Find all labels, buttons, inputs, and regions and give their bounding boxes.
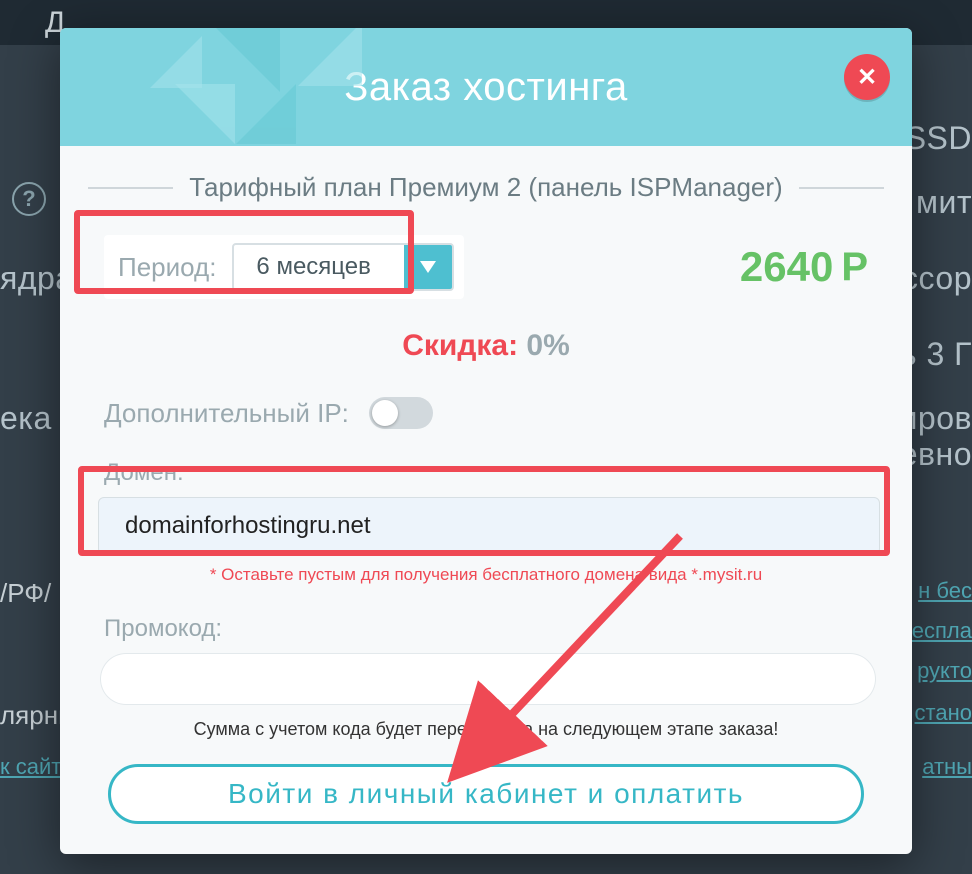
- currency: Р: [841, 245, 868, 290]
- modal-title: Заказ хостинга: [344, 65, 628, 110]
- promo-hint: Сумма с учетом кода будет пересчитана на…: [88, 719, 884, 740]
- ip-label: Дополнительный IP:: [104, 398, 349, 429]
- bg-link[interactable]: рукто: [917, 658, 972, 684]
- bg-link[interactable]: к сайт: [0, 754, 61, 780]
- period-block: Период: 6 месяцев: [104, 235, 464, 299]
- bg-text: ссор: [902, 260, 972, 297]
- help-icon[interactable]: ?: [12, 182, 46, 216]
- modal-body: Тарифный план Премиум 2 (панель ISPManag…: [60, 146, 912, 854]
- triangle-icon: [236, 84, 296, 144]
- toggle-knob: [372, 400, 398, 426]
- period-price-row: Период: 6 месяцев 2640 Р: [88, 227, 884, 307]
- promo-input[interactable]: [100, 653, 876, 705]
- ip-toggle[interactable]: [369, 397, 433, 429]
- order-modal: Заказ хостинга ✕ Тарифный план Премиум 2…: [60, 28, 912, 854]
- pay-button[interactable]: Войти в личный кабинет и оплатить: [108, 764, 864, 824]
- price-value: 2640: [740, 243, 833, 291]
- plan-name: Тарифный план Премиум 2 (панель ISPManag…: [189, 172, 782, 203]
- modal-header: Заказ хостинга ✕: [60, 28, 912, 146]
- period-dropdown-button[interactable]: [404, 245, 452, 289]
- plan-heading: Тарифный план Премиум 2 (панель ISPManag…: [88, 172, 884, 203]
- pay-button-label: Войти в личный кабинет и оплатить: [228, 778, 744, 810]
- ip-row: Дополнительный IP:: [88, 397, 884, 429]
- period-select[interactable]: 6 месяцев: [232, 243, 454, 291]
- promo-label: Промокод:: [88, 615, 884, 643]
- bg-text: ека: [0, 400, 52, 437]
- triangle-icon: [150, 36, 202, 88]
- bg-link[interactable]: еспла: [912, 618, 972, 644]
- bg-link[interactable]: стано: [915, 700, 972, 726]
- help-glyph: ?: [22, 186, 35, 212]
- bg-text: мит: [916, 184, 972, 221]
- chevron-down-icon: [420, 261, 436, 273]
- bg-text: SSD: [905, 120, 972, 157]
- domain-label: Домен:: [88, 459, 884, 487]
- bg-text: /РФ/: [0, 578, 51, 609]
- period-label: Период:: [118, 252, 216, 283]
- period-value: 6 месяцев: [234, 245, 404, 289]
- discount-value: 0%: [518, 329, 570, 362]
- price: 2640 Р: [740, 243, 868, 291]
- domain-hint: * Оставьте пустым для получения бесплатн…: [88, 565, 884, 585]
- triangle-icon: [210, 28, 280, 92]
- discount: Скидка: 0%: [88, 329, 884, 363]
- bg-link[interactable]: н бес: [918, 578, 972, 604]
- close-button[interactable]: ✕: [844, 54, 890, 100]
- triangle-icon: [175, 84, 235, 144]
- domain-input[interactable]: [98, 497, 880, 555]
- triangle-icon: [298, 28, 362, 86]
- discount-label: Скидка:: [402, 329, 518, 362]
- bg-link[interactable]: атны: [922, 754, 972, 780]
- close-icon: ✕: [857, 63, 877, 92]
